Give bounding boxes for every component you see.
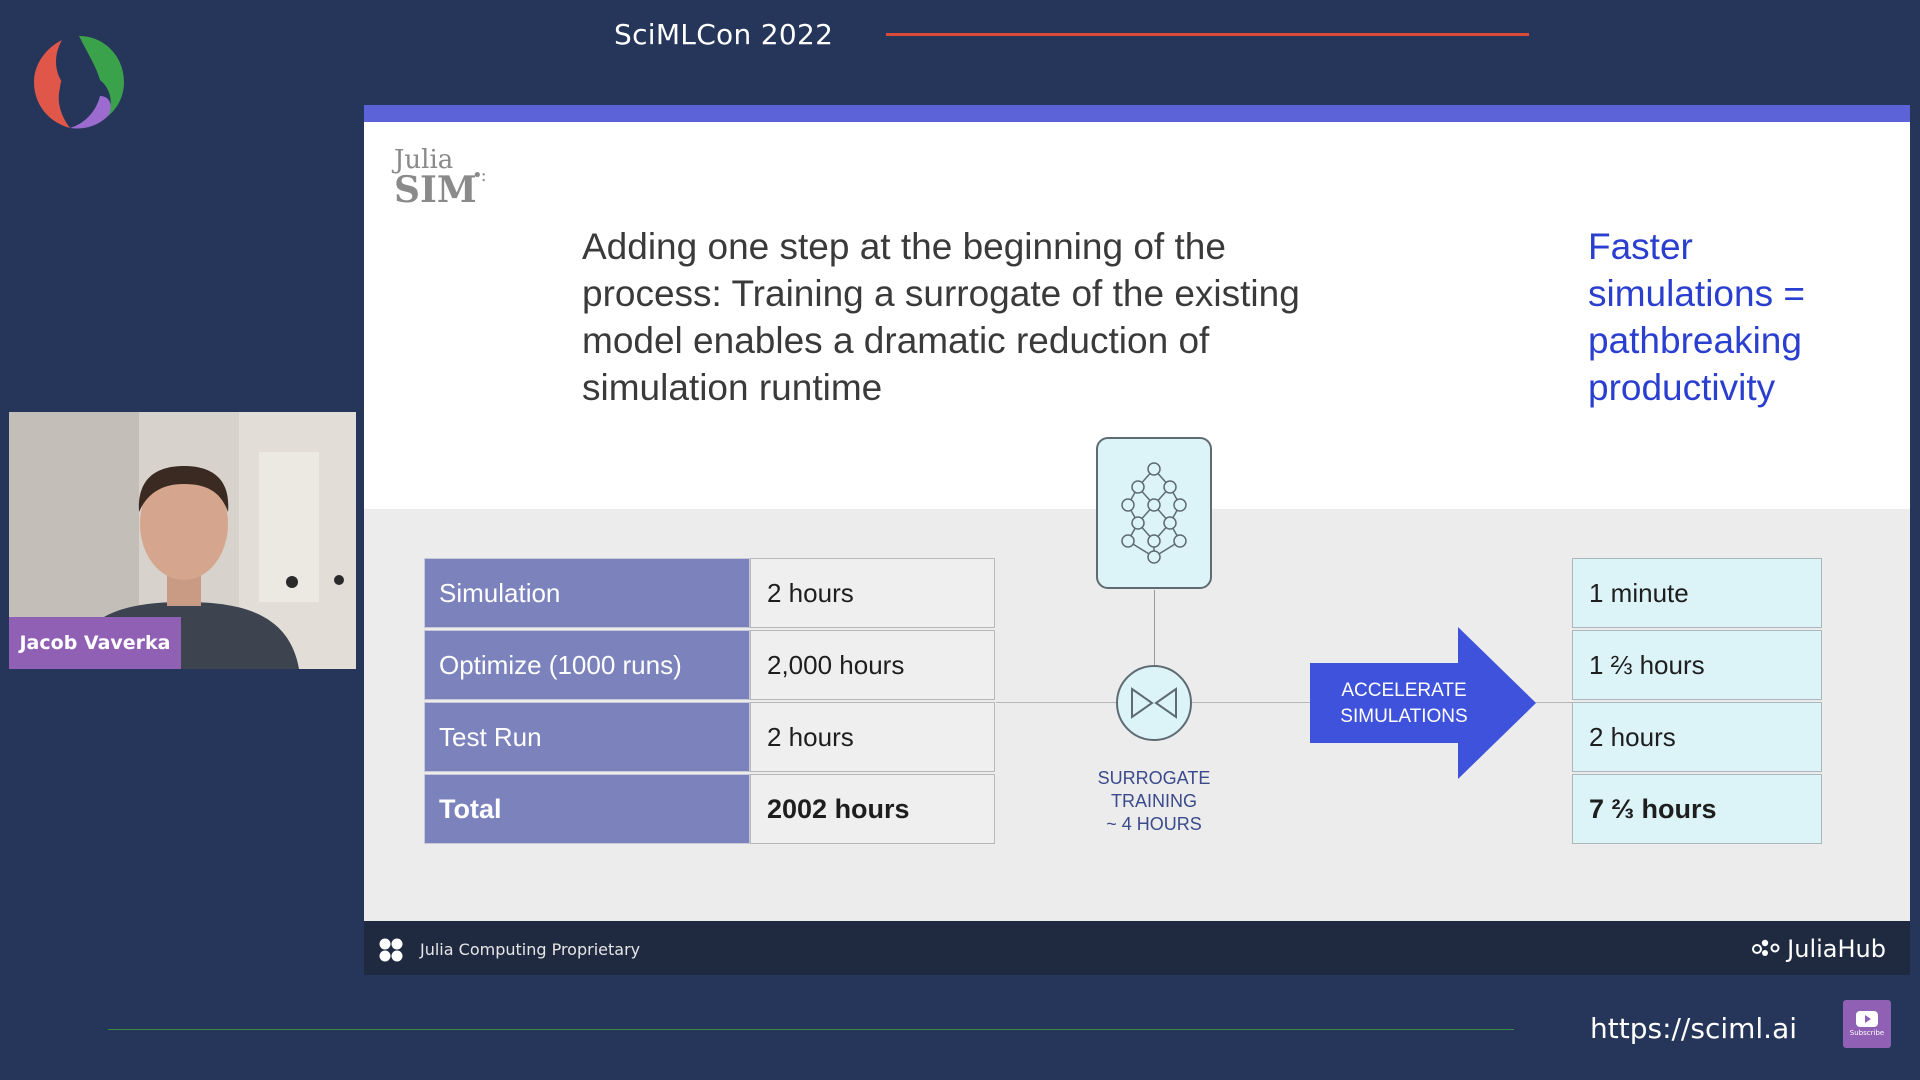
juliahub-icon [1751,935,1781,963]
julia-dots-icon [378,937,404,963]
table-row: 1 ⅔ hours [1572,630,1822,702]
sciml-url-link[interactable]: https://sciml.ai [1590,1012,1797,1045]
neural-network-icon [1096,437,1212,589]
row-label: Simulation [424,558,750,628]
row-value: 2 hours [750,702,995,772]
row-value: 1 minute [1572,558,1822,628]
row-label: Test Run [424,702,750,772]
table-row: Simulation 2 hours [424,558,995,630]
row-value: 7 ⅔ hours [1572,774,1822,844]
row-label: Total [424,774,750,844]
table-row: 2 hours [1572,702,1822,774]
slide-headline: Adding one step at the beginning of the … [582,226,1300,408]
row-value: 1 ⅔ hours [1572,630,1822,700]
table-row: Test Run 2 hours [424,702,995,774]
conference-title: SciMLCon 2022 [614,18,834,51]
youtube-subscribe-icon[interactable]: Subscribe [1843,1000,1891,1048]
sciml-logo-icon [26,30,132,136]
row-label: Optimize (1000 runs) [424,630,750,700]
header-divider [886,33,1529,36]
after-table: 1 minute 1 ⅔ hours 2 hours 7 ⅔ hours [1572,558,1822,846]
accelerate-label: ACCELERATE SIMULATIONS [1340,680,1468,727]
row-value: 2002 hours [750,774,995,844]
presentation-slide: Julia SIM •: Adding one step at the begi… [364,105,1910,975]
slide-tagline: Faster simulations = pathbreaking produc… [1588,226,1805,408]
before-table: Simulation 2 hours Optimize (1000 runs) … [424,558,995,846]
bowtie-icon [1116,665,1192,741]
table-row-total: Total 2002 hours [424,774,995,846]
diagram-connector-vertical [1154,590,1155,670]
juliahub-logo: JuliaHub [1751,935,1886,963]
footer-divider [108,1029,1514,1030]
row-value: 2,000 hours [750,630,995,700]
table-row-total: 7 ⅔ hours [1572,774,1822,846]
footer-proprietary: Julia Computing Proprietary [420,940,641,959]
subscribe-label: Subscribe [1849,1029,1885,1037]
table-row: Optimize (1000 runs) 2,000 hours [424,630,995,702]
speaker-name-badge: Jacob Vaverka [9,617,181,669]
surrogate-training-label: SURROGATE TRAINING ~ 4 HOURS [1097,768,1211,834]
julia-sim-logo: Julia SIM •: [394,145,487,211]
slide-top-bar [364,105,1910,122]
row-value: 2 hours [750,558,995,628]
row-value: 2 hours [1572,702,1822,772]
table-row: 1 minute [1572,558,1822,630]
